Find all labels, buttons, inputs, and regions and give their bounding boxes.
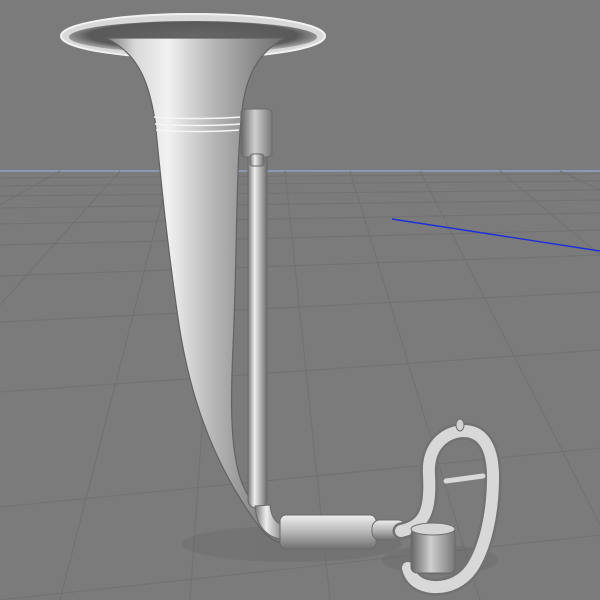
axis-line xyxy=(391,218,600,252)
horn-end-cylinder-cap xyxy=(410,522,456,536)
valve-tube xyxy=(247,147,268,509)
valve-cap xyxy=(240,108,273,158)
viewport[interactable]: 3D perspective viewport xyxy=(0,0,600,600)
horn-end-cylinder xyxy=(410,528,456,574)
horn-cylinder-sleeve xyxy=(279,514,377,550)
horn-loop-brace xyxy=(443,473,486,484)
mouthpiece-tip xyxy=(455,418,465,432)
valve-cap-neck xyxy=(249,153,265,167)
scene-canvas[interactable]: horn xyxy=(0,0,600,600)
